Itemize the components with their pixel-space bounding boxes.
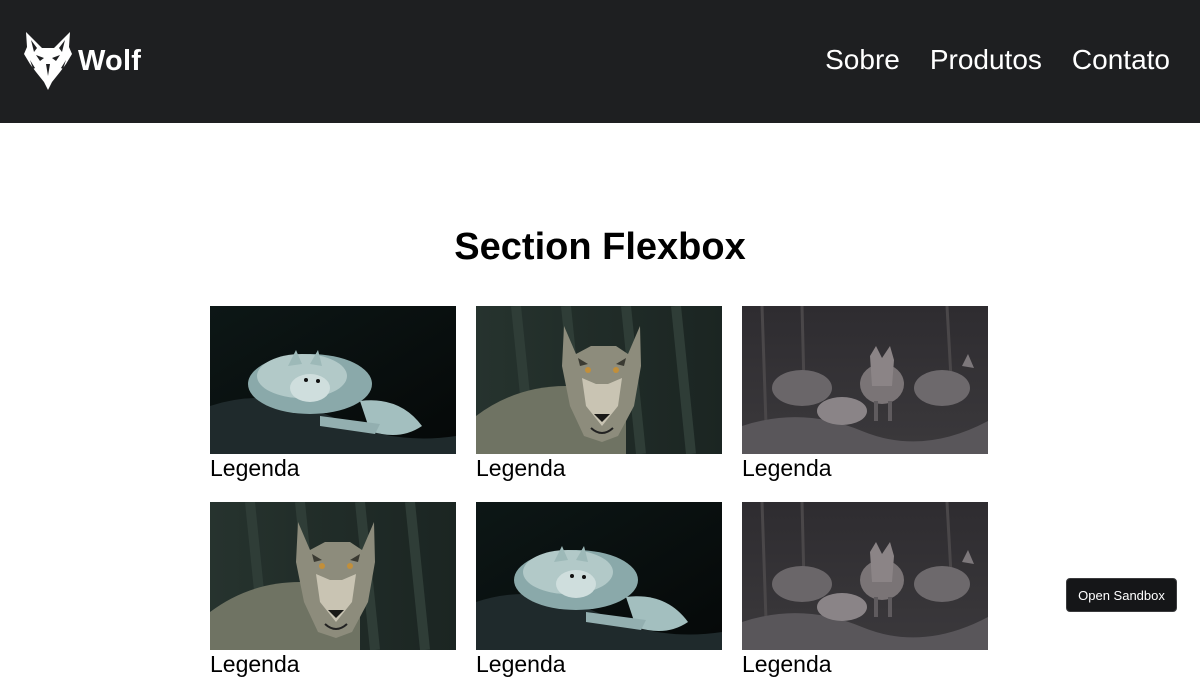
- card-caption: Legenda: [742, 455, 832, 481]
- card: Legenda: [742, 306, 988, 482]
- card: Legenda: [210, 502, 456, 678]
- main-nav: Sobre Produtos Contato: [825, 42, 1170, 78]
- open-sandbox-button[interactable]: Open Sandbox: [1066, 578, 1177, 612]
- logo-link[interactable]: Wolf: [22, 30, 141, 92]
- gray-wolf-portrait-image: [210, 502, 456, 650]
- image-grid: Legenda Legenda Legenda Legenda Legenda …: [210, 306, 990, 678]
- wolf-pack-forest-image: [742, 502, 988, 650]
- card: Legenda: [742, 502, 988, 678]
- card: Legenda: [476, 502, 722, 678]
- logo-text: Wolf: [78, 44, 142, 77]
- white-wolf-lying-image: [210, 306, 456, 454]
- card: Legenda: [210, 306, 456, 482]
- card-caption: Legenda: [742, 651, 832, 677]
- nav-link-contato[interactable]: Contato: [1072, 42, 1170, 78]
- card-caption: Legenda: [476, 651, 566, 677]
- site-header: Wolf Sobre Produtos Contato: [0, 0, 1200, 123]
- card-caption: Legenda: [210, 455, 300, 481]
- card-caption: Legenda: [476, 455, 566, 481]
- card-caption: Legenda: [210, 651, 300, 677]
- section-title: Section Flexbox: [454, 226, 746, 268]
- white-wolf-lying-image: [476, 502, 722, 650]
- gray-wolf-portrait-image: [476, 306, 722, 454]
- card: Legenda: [476, 306, 722, 482]
- nav-link-produtos[interactable]: Produtos: [930, 42, 1042, 78]
- nav-link-sobre[interactable]: Sobre: [825, 42, 900, 78]
- wolf-pack-forest-image: [742, 306, 988, 454]
- wolf-head-icon: [24, 32, 72, 90]
